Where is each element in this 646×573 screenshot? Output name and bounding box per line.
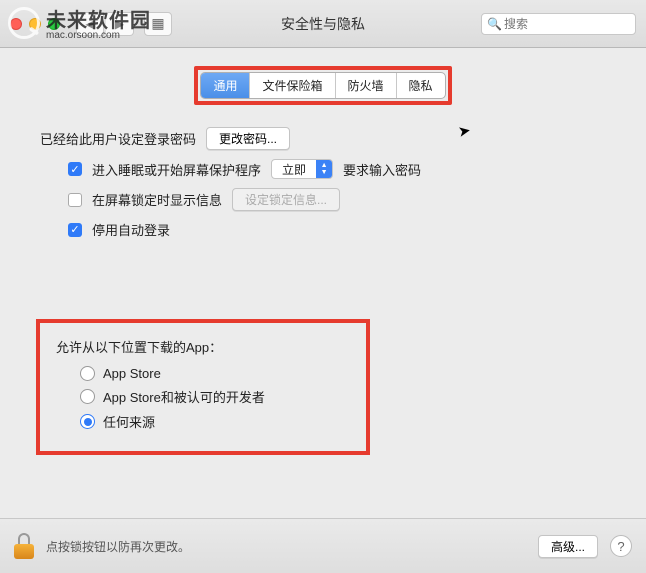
tab-privacy[interactable]: 隐私	[397, 73, 445, 98]
close-window[interactable]	[10, 18, 22, 30]
search-wrap: 🔍	[481, 13, 636, 35]
segmented-tabs: 通用 文件保险箱 防火墙 隐私	[200, 72, 445, 99]
lock-icon[interactable]	[14, 533, 34, 559]
minimize-window[interactable]	[29, 18, 41, 30]
radio-appstore[interactable]	[80, 366, 95, 381]
tabs-highlight: 通用 文件保险箱 防火墙 隐私	[194, 66, 451, 105]
footer: 点按锁按钮以防再次更改。 高级... ?	[0, 518, 646, 573]
back-button[interactable]: ◀	[76, 12, 104, 36]
disable-autologin-checkbox[interactable]: ✓	[68, 223, 82, 237]
require-password-checkbox[interactable]: ✓	[68, 162, 82, 176]
radio-identified[interactable]	[80, 389, 95, 404]
allow-option-identified-label: App Store和被认可的开发者	[103, 387, 265, 406]
allow-option-anywhere[interactable]: 任何来源	[80, 412, 350, 431]
allow-apps-block: 允许从以下位置下载的App： App Store App Store和被认可的开…	[36, 319, 370, 455]
allow-apps-title: 允许从以下位置下载的App：	[56, 337, 350, 356]
disable-autologin-row: ✓ 停用自动登录	[68, 220, 606, 239]
set-lock-message-button: 设定锁定信息...	[232, 188, 340, 211]
tab-filevault[interactable]: 文件保险箱	[250, 73, 335, 98]
search-input[interactable]	[481, 13, 636, 35]
show-all-button[interactable]: ▦	[144, 12, 172, 36]
require-password-select-value: 立即	[272, 160, 316, 178]
allow-option-appstore-label: App Store	[103, 366, 161, 381]
change-password-button[interactable]: 更改密码...	[206, 127, 290, 150]
lock-text: 点按锁按钮以防再次更改。	[46, 538, 190, 555]
require-password-row: ✓ 进入睡眠或开始屏幕保护程序 立即 ▲▼ 要求输入密码	[68, 159, 606, 179]
require-password-suffix: 要求输入密码	[343, 160, 421, 179]
forward-button[interactable]: ▶	[106, 12, 134, 36]
allow-option-appstore[interactable]: App Store	[80, 366, 350, 381]
disable-autologin-label: 停用自动登录	[92, 220, 170, 239]
show-message-label: 在屏幕锁定时显示信息	[92, 190, 222, 209]
tab-general[interactable]: 通用	[201, 73, 250, 98]
tab-firewall[interactable]: 防火墙	[336, 73, 397, 98]
general-form: 已经给此用户设定登录密码 更改密码... ✓ 进入睡眠或开始屏幕保护程序 立即 …	[40, 127, 606, 239]
maximize-window[interactable]	[48, 18, 60, 30]
search-icon: 🔍	[487, 17, 502, 31]
require-password-select[interactable]: 立即 ▲▼	[271, 159, 333, 179]
password-row: 已经给此用户设定登录密码 更改密码...	[40, 127, 606, 150]
cursor-icon: ➤	[457, 121, 473, 141]
radio-anywhere[interactable]	[80, 414, 95, 429]
password-set-label: 已经给此用户设定登录密码	[40, 129, 196, 148]
require-password-prefix: 进入睡眠或开始屏幕保护程序	[92, 160, 261, 179]
help-button[interactable]: ?	[610, 535, 632, 557]
tabs-row: 通用 文件保险箱 防火墙 隐私	[0, 66, 646, 105]
allow-option-anywhere-label: 任何来源	[103, 412, 155, 431]
allow-option-identified[interactable]: App Store和被认可的开发者	[80, 387, 350, 406]
show-message-checkbox[interactable]	[68, 193, 82, 207]
nav-arrows: ◀ ▶	[76, 12, 134, 36]
window-controls	[10, 18, 60, 30]
show-message-row: 在屏幕锁定时显示信息 设定锁定信息...	[68, 188, 606, 211]
advanced-button[interactable]: 高级...	[538, 535, 598, 558]
titlebar: ◀ ▶ ▦ 安全性与隐私 🔍	[0, 0, 646, 48]
chevron-updown-icon: ▲▼	[316, 160, 332, 178]
